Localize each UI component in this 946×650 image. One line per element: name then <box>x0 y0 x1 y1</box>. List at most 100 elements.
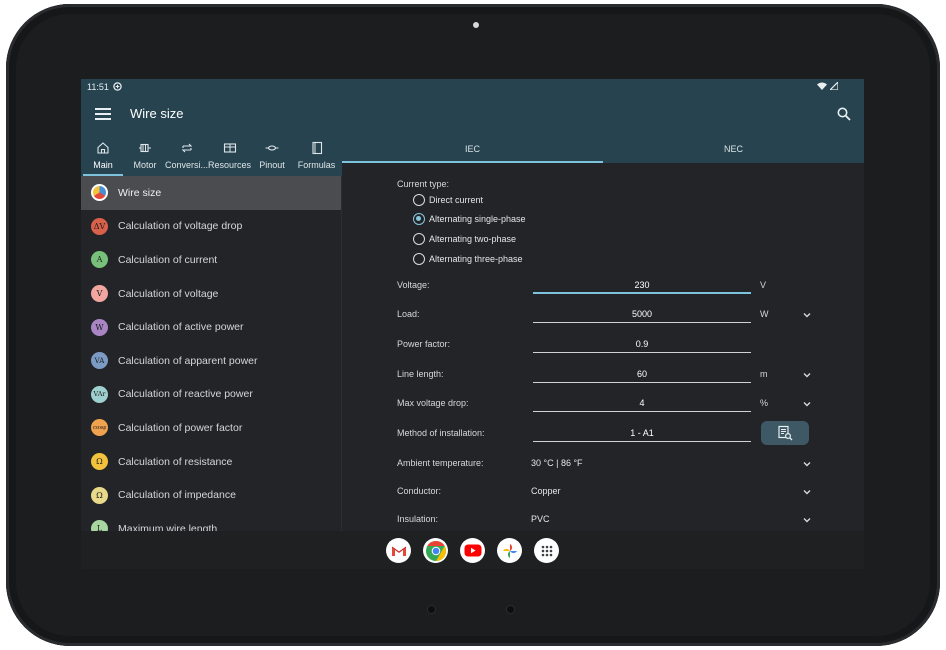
tab-formulas[interactable]: Formulas <box>293 134 340 176</box>
pinout-icon <box>265 145 279 151</box>
app-dock <box>386 538 559 563</box>
chevron-down-icon[interactable] <box>802 310 812 320</box>
sidebar-item-resistance[interactable]: Ω Calculation of resistance <box>81 445 341 479</box>
sidebar-item-reactive-power[interactable]: VAr Calculation of reactive power <box>81 378 341 412</box>
tab-pinout[interactable]: Pinout <box>251 134 293 176</box>
system-nav-bar <box>81 531 864 569</box>
sidebar-item-active-power[interactable]: W Calculation of active power <box>81 310 341 344</box>
voltage-drop-icon: ΔV <box>91 217 108 235</box>
conductor-row[interactable]: Conductor: Copper <box>397 484 817 500</box>
tab-resources[interactable]: Resources <box>208 134 251 176</box>
sidebar-item-label: Calculation of voltage drop <box>118 220 243 233</box>
power-factor-row: Power factor: 0.9 <box>397 337 817 353</box>
voltage-input[interactable]: 230 <box>533 278 751 294</box>
radio-alternating-single-phase[interactable]: Alternating single-phase <box>413 213 526 225</box>
sidebar-item-current[interactable]: A Calculation of current <box>81 243 341 277</box>
radio-button[interactable] <box>413 194 425 206</box>
voltage-icon: V <box>91 285 108 303</box>
radio-direct-current[interactable]: Direct current <box>413 194 483 206</box>
sidebar-item-wire-size[interactable]: Wire size <box>81 176 341 210</box>
youtube-app[interactable] <box>460 538 485 563</box>
chrome-app[interactable] <box>423 538 448 563</box>
sidebar-item-max-wire-length[interactable]: L Maximum wire length <box>81 512 341 531</box>
power-factor-input[interactable]: 0.9 <box>533 337 751 353</box>
home-icon <box>97 142 109 154</box>
sidebar-item-voltage[interactable]: V Calculation of voltage <box>81 277 341 311</box>
wifi-icon <box>817 82 827 90</box>
gmail-app[interactable] <box>386 538 411 563</box>
line-length-input[interactable]: 60 <box>533 367 751 383</box>
sidebar-item-voltage-drop[interactable]: ΔV Calculation of voltage drop <box>81 210 341 244</box>
power-factor-label: Power factor: <box>397 339 451 349</box>
ambient-temperature-select[interactable]: 30 °C | 86 °F <box>531 458 583 468</box>
status-bar: 11:51 <box>81 79 864 94</box>
tab-label: Main <box>93 160 113 170</box>
radio-button[interactable] <box>413 253 425 265</box>
power-factor-icon: cosφ <box>91 419 108 437</box>
chevron-down-icon[interactable] <box>802 487 812 497</box>
chevron-down-icon[interactable] <box>802 370 812 380</box>
conductor-select[interactable]: Copper <box>531 486 561 496</box>
cellular-icon <box>830 82 838 90</box>
line-length-row: Line length: 60 m <box>397 367 817 383</box>
sidebar-item-label: Calculation of current <box>118 253 218 266</box>
resources-icon <box>223 143 236 153</box>
voltage-row: Voltage: 230 V <box>397 278 817 294</box>
radio-button-selected[interactable] <box>413 213 425 225</box>
sidebar-item-label: Maximum wire length <box>118 522 218 531</box>
sidebar-item-label: Calculation of active power <box>118 321 244 334</box>
tab-label: Pinout <box>259 160 285 170</box>
sidebar-item-power-factor[interactable]: cosφ Calculation of power factor <box>81 411 341 445</box>
radio-alternating-two-phase[interactable]: Alternating two-phase <box>413 233 516 245</box>
radio-button[interactable] <box>413 233 425 245</box>
current-type-label: Current type: <box>397 179 450 189</box>
method-lookup-button[interactable] <box>761 421 809 445</box>
load-unit[interactable]: W <box>760 309 769 319</box>
chevron-down-icon[interactable] <box>802 515 812 525</box>
radio-label: Alternating single-phase <box>429 214 526 224</box>
tab-nec[interactable]: NEC <box>603 134 864 163</box>
max-voltage-drop-row: Max voltage drop: 4 % <box>397 396 817 412</box>
max-voltage-drop-unit[interactable]: % <box>760 398 768 408</box>
formulas-icon <box>311 141 322 155</box>
tab-motor[interactable]: Motor <box>125 134 165 176</box>
radio-label: Alternating three-phase <box>429 254 523 264</box>
tab-main[interactable]: Main <box>81 134 125 176</box>
voltage-unit: V <box>760 280 767 290</box>
line-length-label: Line length: <box>397 369 444 379</box>
sidebar-item-apparent-power[interactable]: VA Calculation of apparent power <box>81 344 341 378</box>
tab-label: Resources <box>208 160 251 170</box>
line-length-unit[interactable]: m <box>760 369 768 379</box>
sensor-left <box>428 606 435 613</box>
resistance-icon: Ω <box>91 453 108 471</box>
insulation-select[interactable]: PVC <box>531 514 550 524</box>
radio-alternating-three-phase[interactable]: Alternating three-phase <box>413 253 523 265</box>
ambient-temperature-row[interactable]: Ambient temperature: 30 °C | 86 °F <box>397 456 817 472</box>
insulation-row[interactable]: Insulation: PVC <box>397 512 817 528</box>
notification-icon <box>113 82 122 91</box>
sidebar-item-label: Calculation of impedance <box>118 489 236 502</box>
tab-conversion[interactable]: Conversi... <box>165 134 208 176</box>
status-time: 11:51 <box>87 81 109 92</box>
sidebar-item-label: Calculation of power factor <box>118 421 243 434</box>
photos-app[interactable] <box>497 538 522 563</box>
youtube-icon <box>464 544 481 557</box>
front-camera <box>473 22 479 28</box>
chevron-down-icon[interactable] <box>802 399 812 409</box>
sidebar-item-impedance[interactable]: Ω Calculation of impedance <box>81 478 341 512</box>
app-drawer[interactable] <box>534 538 559 563</box>
search-icon[interactable] <box>836 106 852 122</box>
load-input[interactable]: 5000 <box>533 307 751 323</box>
impedance-icon: Ω <box>91 486 108 504</box>
sensor-right <box>507 606 514 613</box>
sidebar-item-label: Calculation of apparent power <box>118 354 258 367</box>
max-voltage-drop-label: Max voltage drop: <box>397 398 469 408</box>
sidebar-item-label: Calculation of resistance <box>118 455 233 468</box>
tab-iec[interactable]: IEC <box>342 134 603 163</box>
max-voltage-drop-input[interactable]: 4 <box>533 396 751 412</box>
menu-icon[interactable] <box>95 106 111 122</box>
method-input[interactable]: 1 - A1 <box>533 426 751 442</box>
motor-icon <box>139 143 151 153</box>
chevron-down-icon[interactable] <box>802 459 812 469</box>
standard-tabs: IEC NEC <box>342 134 864 163</box>
